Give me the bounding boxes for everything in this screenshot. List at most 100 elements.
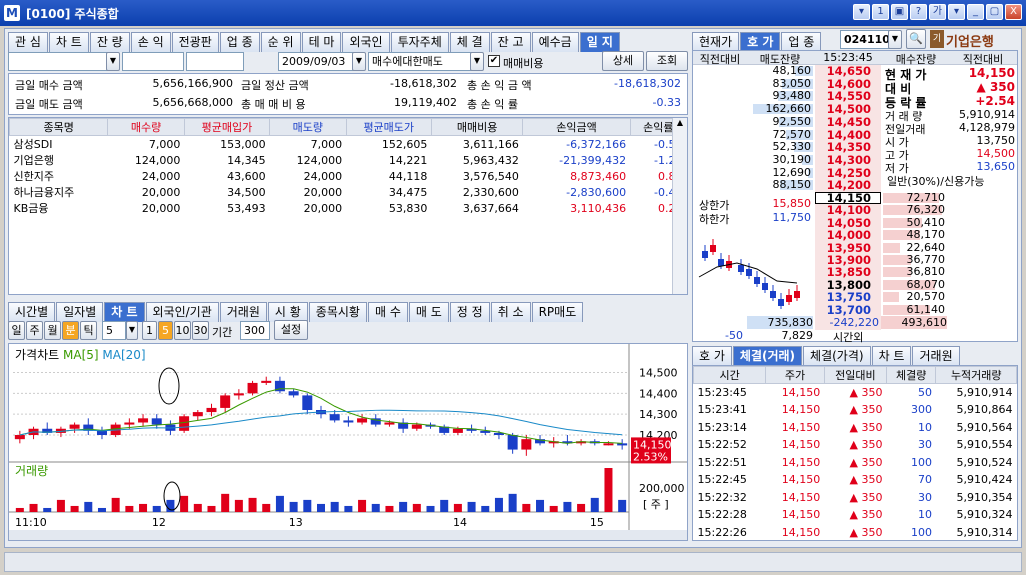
tab-chart-11[interactable]: RP매도 <box>531 302 584 322</box>
ask-row[interactable]: 52,330 14,350 <box>693 141 883 154</box>
ask-row[interactable]: 30,190 14,300 <box>693 153 883 167</box>
price-chart[interactable]: 14,50014,40014,30014,20014,1502.53%200,0… <box>9 344 687 540</box>
tab-chart-6[interactable]: 종목시황 <box>308 302 367 322</box>
tab-top-11[interactable]: 잔 고 <box>490 32 531 52</box>
trade-row[interactable]: 15:22:52 14,150 ▲ 350 30 5,910,554 <box>694 436 1017 454</box>
tab-top-5[interactable]: 업 종 <box>219 32 260 52</box>
trade-header[interactable]: 시간 <box>692 366 767 384</box>
tab-chart-1[interactable]: 일자별 <box>56 302 104 322</box>
tab-top-9[interactable]: 투자주체 <box>390 32 449 52</box>
chevron-down-icon[interactable]: ▼ <box>126 321 138 340</box>
journal-header[interactable]: 매매비용 <box>430 118 524 136</box>
journal-header[interactable]: 매수량 <box>107 118 185 136</box>
tab-chart-9[interactable]: 정 정 <box>449 302 490 322</box>
help-icon[interactable]: ? <box>910 4 927 20</box>
table-row[interactable]: 신한지주 24,000 43,600 24,000 44,118 3,576,540 8,8… <box>10 168 687 184</box>
chevron-down-icon[interactable]: ▼ <box>470 52 484 71</box>
chevron-down-icon[interactable]: ▼ <box>106 52 120 71</box>
trade-row[interactable]: 15:22:26 14,150 ▲ 350 100 5,910,314 <box>694 524 1017 542</box>
grid-scrollbar[interactable]: ▲ <box>672 118 687 294</box>
tab-top-0[interactable]: 관 심 <box>8 32 48 52</box>
bid-row[interactable]: 13,750 20,570 <box>815 291 1017 304</box>
tab-chart-8[interactable]: 매 도 <box>408 302 449 322</box>
tab-chart-2[interactable]: 차 트 <box>104 302 145 322</box>
chevron-down-icon[interactable]: ▼ <box>888 30 902 49</box>
period-button[interactable]: 분 <box>62 321 79 340</box>
trade-header[interactable]: 주가 <box>765 366 825 384</box>
table-row[interactable]: 기업은행 124,000 14,345 124,000 14,221 5,963,432 -… <box>10 152 687 168</box>
ask-row[interactable]: 92,550 14,450 <box>693 115 883 129</box>
table-row[interactable]: 하나금융지주 20,000 34,500 20,000 34,475 2,330,600 -… <box>10 184 687 200</box>
cost-checkbox[interactable]: ✔ <box>488 55 500 67</box>
tab-top-10[interactable]: 체 결 <box>449 32 490 52</box>
tab-trade-4[interactable]: 거래원 <box>912 346 960 366</box>
trade-row[interactable]: 15:23:41 14,150 ▲ 350 300 5,910,864 <box>694 401 1017 419</box>
account-name-field[interactable] <box>122 52 184 71</box>
link-group-icon[interactable]: 1 <box>872 4 889 20</box>
tab-top-13[interactable]: 일 지 <box>579 32 620 52</box>
tab-top-7[interactable]: 테 마 <box>301 32 342 52</box>
query-button[interactable]: 조회 <box>646 51 688 71</box>
table-row[interactable]: 삼성SDI 7,000 153,000 7,000 152,605 3,611,166 -6… <box>10 136 687 153</box>
trade-header[interactable]: 누적거래량 <box>935 366 1017 384</box>
tab-top-12[interactable]: 예수금 <box>531 32 579 52</box>
minute-button[interactable]: 5 <box>158 321 173 340</box>
detail-button[interactable]: 상세 <box>602 51 644 71</box>
close-button[interactable]: X <box>1005 4 1022 20</box>
period-field[interactable]: 300 <box>240 321 270 340</box>
minute-button[interactable]: 1 <box>142 321 157 340</box>
journal-header[interactable]: 매도량 <box>269 118 347 136</box>
setting-button[interactable]: 설정 <box>274 320 308 340</box>
password-field[interactable] <box>186 52 244 71</box>
tab-chart-10[interactable]: 취 소 <box>490 302 531 322</box>
trade-row[interactable]: 15:22:32 14,150 ▲ 350 30 5,910,354 <box>694 489 1017 507</box>
period-button[interactable]: 일 <box>8 321 25 340</box>
tab-top-1[interactable]: 차 트 <box>48 32 89 52</box>
font-icon[interactable]: 가 <box>929 4 946 20</box>
tab-trade-3[interactable]: 차 트 <box>871 346 912 366</box>
minimize-button[interactable]: _ <box>967 4 984 20</box>
search-icon[interactable]: 🔍 <box>906 29 926 49</box>
bid-row[interactable]: 14,100 76,320 <box>815 204 1017 217</box>
trade-row[interactable]: 15:22:28 14,150 ▲ 350 10 5,910,324 <box>694 506 1017 524</box>
trade-row[interactable]: 15:22:45 14,150 ▲ 350 70 5,910,424 <box>694 471 1017 489</box>
journal-header[interactable]: 평균매도가 <box>345 118 432 136</box>
ask-row[interactable]: 48,160 14,650 <box>693 65 883 78</box>
stock-code-field[interactable]: 024110 <box>840 30 890 49</box>
mode-select[interactable]: 매수에대한매도 <box>368 52 472 71</box>
table-row[interactable]: KB금융 20,000 53,493 20,000 53,830 3,637,664 3,1… <box>10 200 687 216</box>
trade-row[interactable]: 15:23:45 14,150 ▲ 350 50 5,910,914 <box>694 384 1017 402</box>
tab-top-2[interactable]: 잔 량 <box>89 32 130 52</box>
tab-top-6[interactable]: 순 위 <box>260 32 301 52</box>
date-field[interactable]: 2009/09/03 <box>278 52 356 71</box>
bid-row[interactable]: 13,850 36,810 <box>815 266 1017 279</box>
minute-button[interactable]: 30 <box>192 321 209 340</box>
tab-orderbook-2[interactable]: 업 종 <box>781 32 822 52</box>
period-button[interactable]: 틱 <box>80 321 97 340</box>
period-button[interactable]: 월 <box>44 321 61 340</box>
chart-scrollbar[interactable] <box>9 530 687 540</box>
menu-icon[interactable]: ▾ <box>853 4 870 20</box>
maximize-button[interactable]: ▢ <box>986 4 1003 20</box>
tab-trade-1[interactable]: 체결(거래) <box>732 346 803 366</box>
calendar-dropdown-icon[interactable]: ▼ <box>352 52 366 71</box>
trade-header[interactable]: 체결량 <box>885 366 937 384</box>
tab-trade-0[interactable]: 호 가 <box>692 346 732 366</box>
journal-header[interactable]: 평균매입가 <box>183 118 271 136</box>
interval-select[interactable]: 5 <box>102 321 126 340</box>
tab-chart-5[interactable]: 시 황 <box>267 302 308 322</box>
dropdown-icon[interactable]: ▾ <box>948 4 965 20</box>
account-select[interactable] <box>8 52 112 71</box>
scroll-up-icon[interactable]: ▲ <box>673 118 687 132</box>
trade-header[interactable]: 전일대비 <box>823 366 887 384</box>
tab-chart-7[interactable]: 매 수 <box>367 302 408 322</box>
tab-trade-2[interactable]: 체결(가격) <box>803 346 871 366</box>
tab-orderbook-1[interactable]: 호 가 <box>740 32 781 52</box>
journal-header[interactable]: 종목명 <box>8 118 109 136</box>
journal-header[interactable]: 손익금액 <box>522 118 631 136</box>
trade-row[interactable]: 15:23:14 14,150 ▲ 350 10 5,910,564 <box>694 419 1017 437</box>
minute-button[interactable]: 10 <box>174 321 191 340</box>
tab-top-3[interactable]: 손 익 <box>130 32 171 52</box>
print-icon[interactable]: ▣ <box>891 4 908 20</box>
tab-chart-4[interactable]: 거래원 <box>219 302 267 322</box>
